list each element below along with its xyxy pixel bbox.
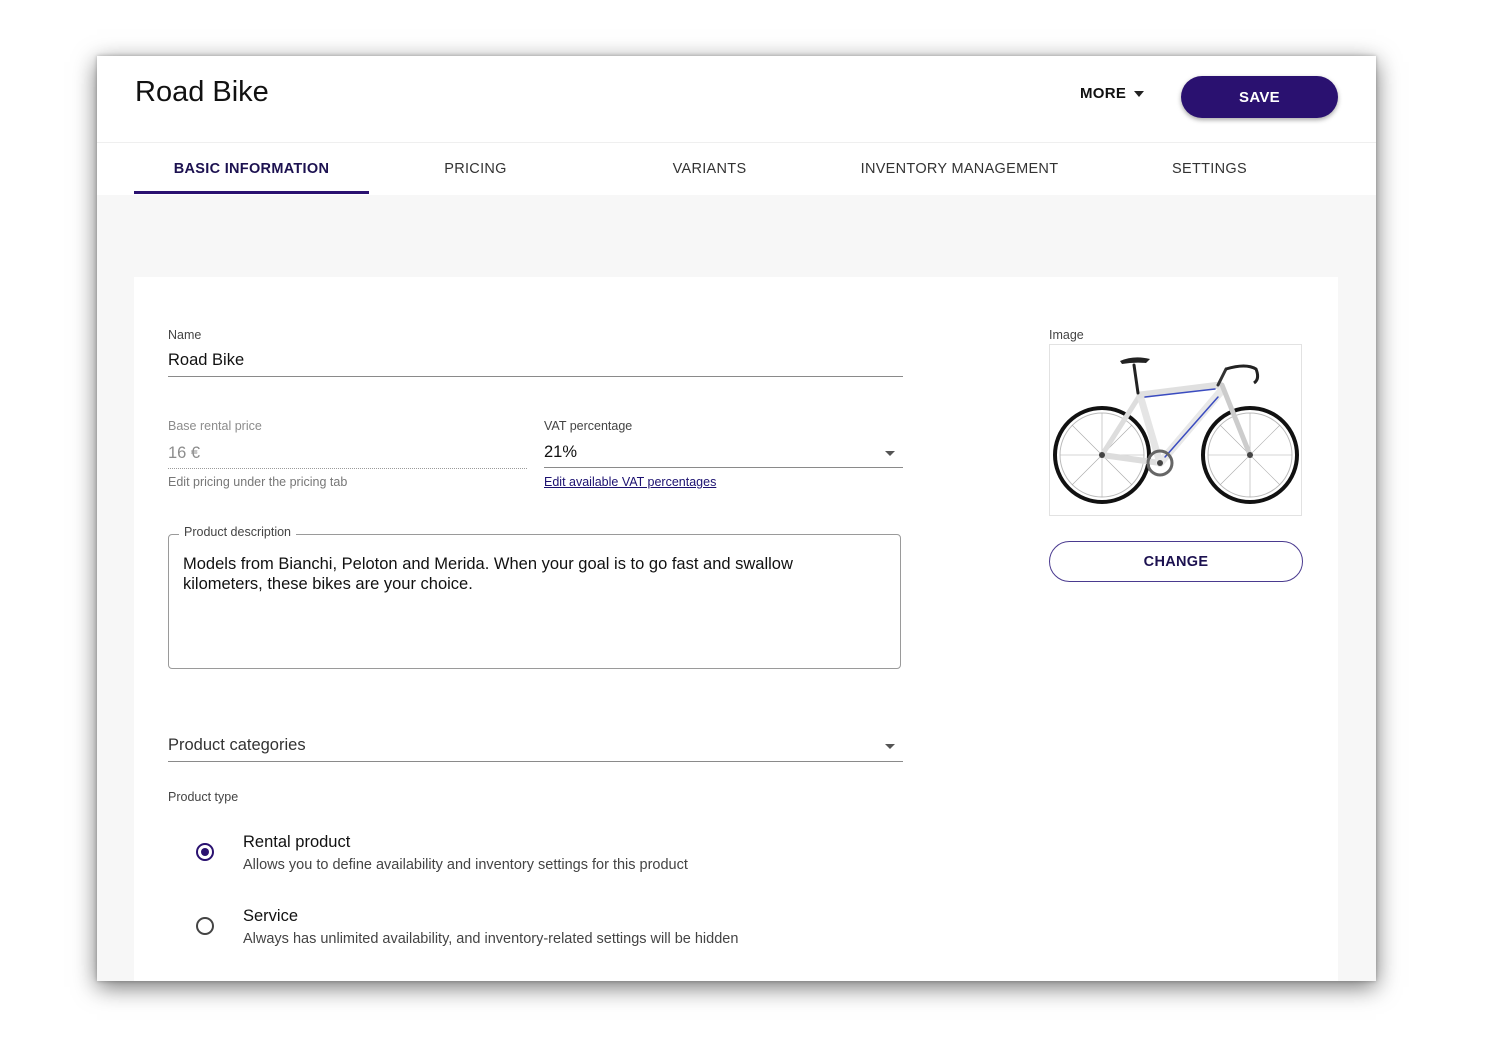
- categories-underline: [168, 761, 903, 762]
- name-input[interactable]: Road Bike: [168, 351, 244, 370]
- radio-service[interactable]: [196, 917, 214, 935]
- bicycle-image: [1053, 357, 1299, 504]
- header-bar: Road Bike MORE SAVE: [97, 56, 1376, 142]
- product-type-label: Product type: [168, 790, 239, 804]
- chevron-down-icon[interactable]: [885, 744, 895, 749]
- radio-rental-product[interactable]: [196, 843, 214, 861]
- active-tab-indicator: [134, 191, 369, 194]
- tab-settings[interactable]: SETTINGS: [1102, 143, 1317, 195]
- name-label: Name: [168, 328, 202, 342]
- description-label: Product description: [179, 525, 297, 539]
- vat-label: VAT percentage: [544, 419, 633, 433]
- page-title: Road Bike: [135, 76, 269, 108]
- description-textarea[interactable]: Product description Models from Bianchi,…: [168, 525, 901, 669]
- edit-vat-link[interactable]: Edit available VAT percentages: [544, 475, 716, 489]
- chevron-down-icon[interactable]: [885, 451, 895, 456]
- change-image-button[interactable]: CHANGE: [1049, 541, 1303, 582]
- vat-select[interactable]: 21%: [544, 443, 577, 462]
- base-price-underline: [168, 467, 527, 469]
- service-description: Always has unlimited availability, and i…: [243, 931, 739, 947]
- more-button[interactable]: MORE: [1080, 85, 1145, 102]
- name-underline: [168, 376, 903, 377]
- caret-down-icon: [1134, 90, 1145, 97]
- app-window: Road Bike MORE SAVE BASIC INFORMATION PR…: [97, 56, 1376, 981]
- description-text: Models from Bianchi, Peloton and Merida.…: [183, 555, 793, 593]
- base-price-input: 16 €: [168, 444, 201, 462]
- service-title: Service: [243, 907, 299, 925]
- base-price-helper: Edit pricing under the pricing tab: [168, 475, 348, 489]
- tab-basic-information[interactable]: BASIC INFORMATION: [134, 143, 369, 195]
- tab-inventory-management[interactable]: INVENTORY MANAGEMENT: [842, 143, 1077, 195]
- base-price-label: Base rental price: [168, 419, 262, 433]
- more-label: MORE: [1080, 85, 1127, 102]
- save-button[interactable]: SAVE: [1181, 76, 1338, 118]
- image-label: Image: [1049, 328, 1084, 342]
- basic-info-card: Name Road Bike Base rental price 16 € Ed…: [134, 277, 1338, 981]
- rental-product-title: Rental product: [243, 833, 351, 851]
- rental-product-description: Allows you to define availability and in…: [243, 857, 688, 873]
- tab-bar: BASIC INFORMATION PRICING VARIANTS INVEN…: [97, 142, 1376, 195]
- product-image: [1049, 344, 1302, 516]
- vat-underline: [544, 467, 903, 468]
- tab-variants[interactable]: VARIANTS: [607, 143, 812, 195]
- categories-select[interactable]: Product categories: [168, 736, 306, 755]
- tab-pricing[interactable]: PRICING: [369, 143, 582, 195]
